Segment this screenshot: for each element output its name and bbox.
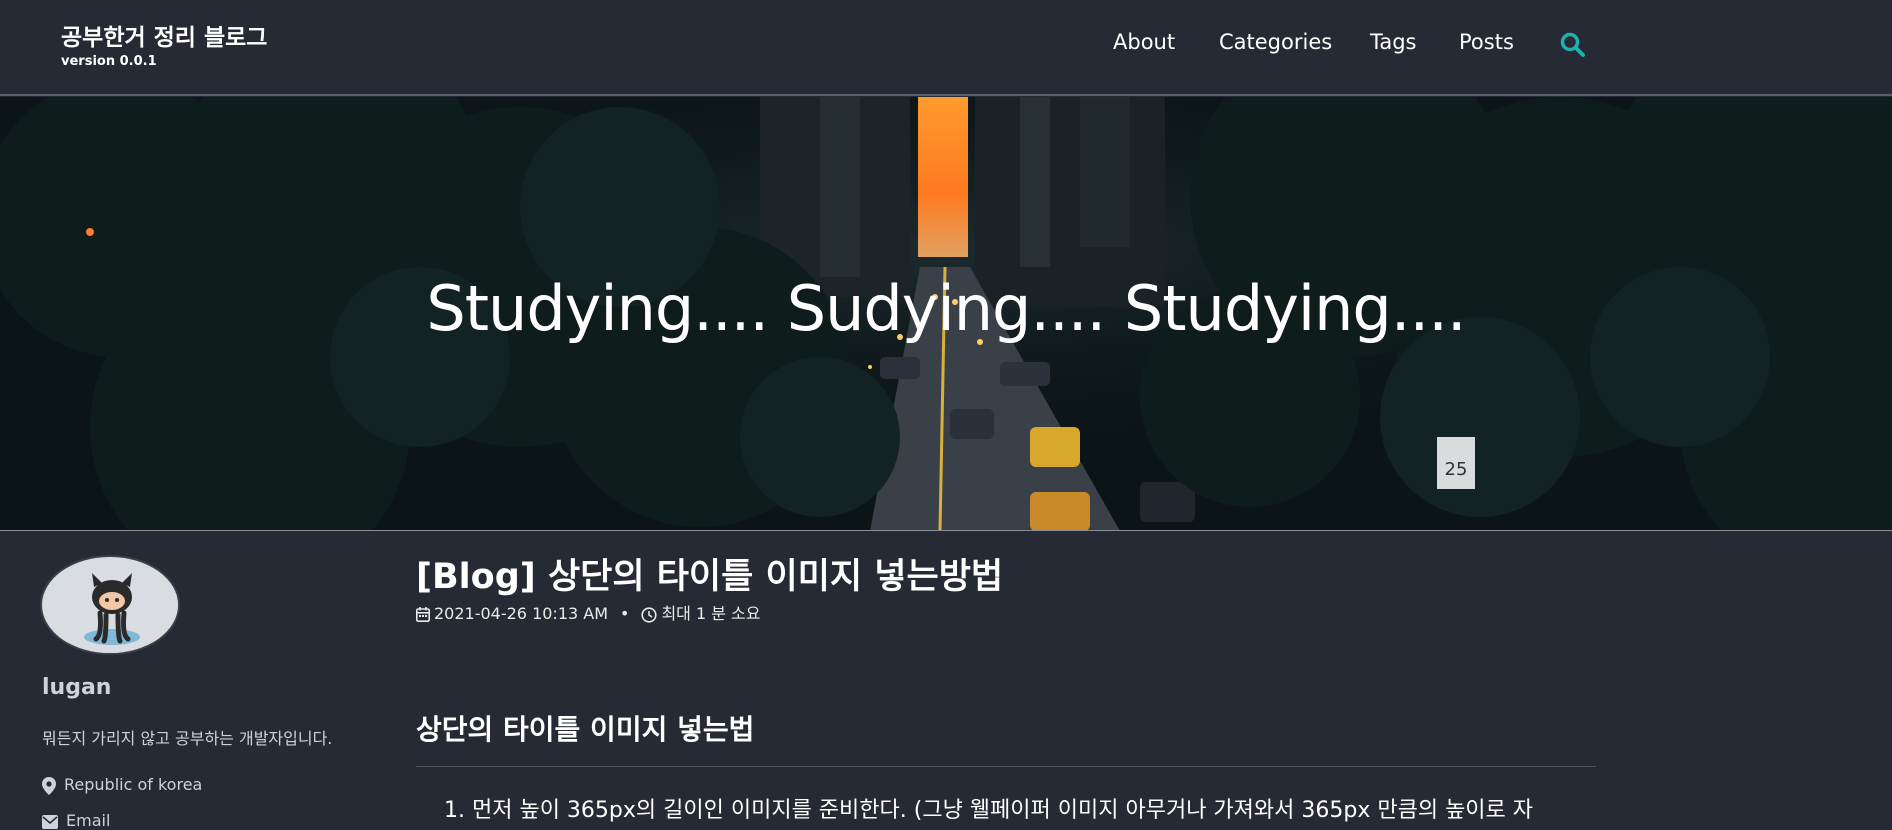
search-button[interactable] [1560, 32, 1586, 58]
clock-icon [641, 606, 658, 623]
post-meta: 2021-04-26 10:13 AM • 최대 1 분 소요 [416, 600, 761, 624]
nav-tags[interactable]: Tags [1370, 30, 1417, 54]
site-title[interactable]: 공부한거 정리 블로그 [61, 18, 267, 52]
hero-banner: 25 Studying.... Sudying.... Studying.... [0, 97, 1892, 531]
nav-posts[interactable]: Posts [1459, 30, 1514, 54]
list-item-number: 1. [444, 798, 472, 823]
author-email[interactable]: Email [42, 811, 110, 830]
hero-title: Studying.... Sudying.... Studying.... [426, 272, 1466, 345]
search-icon [1560, 32, 1585, 57]
meta-separator: • [620, 604, 630, 623]
author-location: Republic of korea [42, 775, 202, 795]
map-marker-icon [42, 776, 56, 795]
author-email-label[interactable]: Email [66, 811, 110, 830]
calendar-icon [416, 607, 430, 622]
masthead: 공부한거 정리 블로그 version 0.0.1 About Categori… [0, 0, 1892, 96]
nav-categories[interactable]: Categories [1219, 30, 1332, 54]
svg-text:25: 25 [1445, 459, 1468, 480]
section-divider [416, 766, 1596, 767]
author-bio: 뭐든지 가리지 않고 공부하는 개발자입니다. [42, 729, 333, 748]
post-date: 2021-04-26 10:13 AM [434, 604, 609, 623]
avatar[interactable] [40, 555, 180, 655]
section-heading: 상단의 타이틀 이미지 넣는법 [416, 713, 755, 746]
post-read-time: 최대 1 분 소요 [661, 604, 761, 623]
github-octocat-icon [44, 559, 178, 653]
author-location-label: Republic of korea [64, 775, 203, 794]
site-subtitle: version 0.0.1 [61, 54, 157, 69]
list-item-text: 먼저 높이 365px의 길이인 이미지를 준비한다. (그냥 웰페이퍼 이미지… [471, 798, 1534, 823]
post-title: [Blog] 상단의 타이틀 이미지 넣는방법 [416, 557, 1004, 597]
author-name: lugan [42, 675, 112, 700]
list-item: 1. 먼저 높이 365px의 길이인 이미지를 준비한다. (그냥 웰페이퍼 … [444, 792, 1533, 824]
nav-about[interactable]: About [1113, 30, 1175, 54]
